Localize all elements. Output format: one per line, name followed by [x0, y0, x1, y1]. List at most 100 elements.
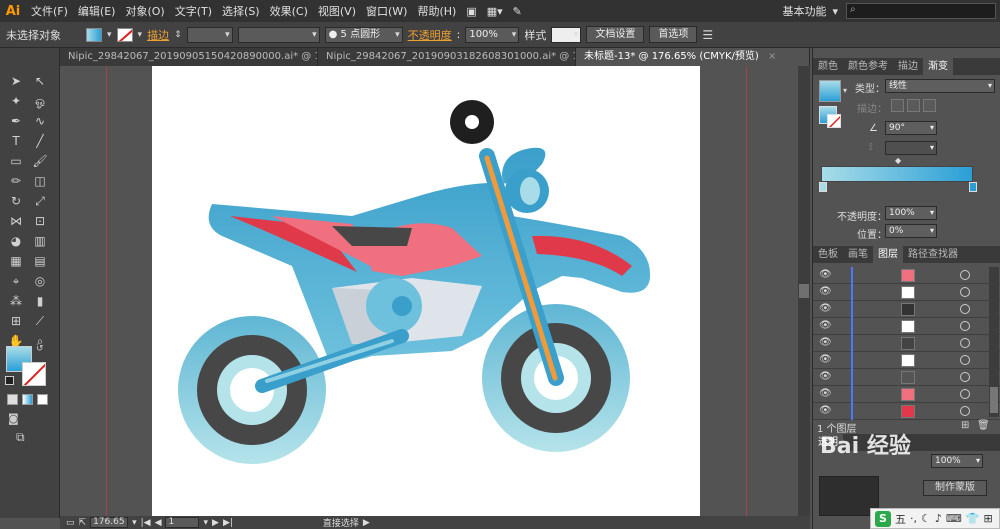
eye-icon[interactable]: 👁 [819, 337, 832, 349]
gradient-position-field[interactable]: 0% [885, 224, 937, 238]
target-icon[interactable] [960, 287, 970, 297]
delete-layer-icon[interactable]: 🗑 [977, 420, 990, 431]
eye-icon[interactable]: 👁 [819, 320, 832, 332]
artboard[interactable] [152, 66, 700, 516]
blend-tool-icon[interactable]: ◎ [30, 272, 50, 290]
gradient-preview-chevron-icon[interactable]: ▾ [843, 86, 847, 95]
preferences-button[interactable]: 首选项 [649, 26, 698, 43]
none-mode-button[interactable] [37, 394, 48, 405]
gradient-tool-icon[interactable]: ▤ [30, 252, 50, 270]
slice-tool-icon[interactable]: ⟋ [30, 312, 50, 330]
tab-brushes[interactable]: 画笔 [843, 246, 873, 263]
menu-select[interactable]: 选择(S) [217, 3, 265, 19]
default-colors-icon[interactable] [5, 376, 14, 385]
canvas[interactable] [60, 66, 798, 516]
vertical-scrollbar[interactable] [798, 66, 810, 516]
tab-layers[interactable]: 图层 [873, 246, 903, 263]
shape-builder-tool-icon[interactable]: ◕ [6, 232, 26, 250]
close-icon[interactable]: × [768, 51, 776, 62]
align-icon[interactable]: ☰ [702, 28, 713, 42]
target-icon[interactable] [960, 355, 970, 365]
rotate-tool-icon[interactable]: ↻ [6, 192, 26, 210]
punctuation-icon[interactable]: ·, [910, 512, 917, 525]
layer-row[interactable]: 👁 [813, 301, 1000, 318]
selection-tool-icon[interactable]: ➤ [6, 72, 26, 90]
layer-row[interactable]: 👁 [813, 267, 1000, 284]
layer-row[interactable]: 👁 [813, 352, 1000, 369]
menu-view[interactable]: 视图(V) [313, 3, 361, 19]
magic-wand-tool-icon[interactable]: ✦ [6, 92, 26, 110]
stroke-chevron-icon[interactable]: ▾ [138, 30, 143, 40]
menu-window[interactable]: 窗口(W) [361, 3, 412, 19]
document-setup-button[interactable]: 文档设置 [586, 26, 645, 43]
lasso-tool-icon[interactable]: ஓ [30, 92, 50, 110]
gradient-midpoint-icon[interactable]: ◆ [895, 156, 901, 165]
variable-width-dropdown[interactable] [237, 26, 320, 43]
menu-effect[interactable]: 效果(C) [265, 3, 313, 19]
first-page-icon[interactable]: |◀ [141, 518, 151, 528]
scrollbar-thumb[interactable] [799, 284, 809, 298]
zoom-field[interactable]: 176.65 [90, 517, 129, 528]
page-field[interactable]: 1 [165, 517, 200, 528]
export-icon[interactable]: ⇱ [79, 518, 87, 528]
screen-mode-icon[interactable]: ⧉ [16, 430, 25, 445]
brush-dropdown[interactable]: ● 5 点圆形 [324, 26, 403, 43]
eye-icon[interactable]: 👁 [819, 303, 832, 315]
scale-tool-icon[interactable]: ⤢ [30, 192, 50, 210]
sync-icon[interactable]: ✎ [508, 5, 527, 18]
stroke-stepper-icon[interactable]: ⇕ [174, 30, 182, 40]
layer-row[interactable]: 👁 [813, 369, 1000, 386]
gradient-slider[interactable] [821, 166, 973, 182]
keyboard-icon[interactable]: ⌨ [946, 512, 962, 525]
target-icon[interactable] [960, 338, 970, 348]
rectangle-tool-icon[interactable]: ▭ [6, 152, 26, 170]
bridge-icon[interactable]: ▣ [461, 5, 481, 18]
type-tool-icon[interactable]: T [6, 132, 26, 150]
tab-pathfinder[interactable]: 路径查找器 [903, 246, 963, 263]
target-icon[interactable] [960, 389, 970, 399]
prev-page-icon[interactable]: ◀ [155, 518, 162, 528]
direct-selection-tool-icon[interactable]: ↖ [30, 72, 50, 90]
layer-row[interactable]: 👁 [813, 386, 1000, 403]
gradient-stop-left[interactable] [819, 182, 827, 192]
sogou-logo[interactable]: S [875, 510, 891, 527]
eye-icon[interactable]: 👁 [819, 388, 832, 400]
rear-wheel[interactable] [178, 316, 326, 464]
next-page-icon[interactable]: ▶ [212, 518, 219, 528]
target-icon[interactable] [960, 304, 970, 314]
curvature-tool-icon[interactable]: ∿ [30, 112, 50, 130]
tab-doc-2[interactable]: Nipic_29842067_20190903182608301000.ai* … [318, 48, 576, 66]
mesh-tool-icon[interactable]: ▦ [6, 252, 26, 270]
paintbrush-tool-icon[interactable]: 🖌 [30, 152, 50, 170]
last-page-icon[interactable]: ▶| [223, 518, 233, 528]
doc-info-icon[interactable]: ▭ [66, 518, 75, 528]
free-transform-tool-icon[interactable]: ⊡ [30, 212, 50, 230]
layer-row[interactable]: 👁 [813, 318, 1000, 335]
perspective-grid-tool-icon[interactable]: ▥ [30, 232, 50, 250]
gradient-opacity-field[interactable]: 100% [885, 206, 937, 220]
tab-stroke[interactable]: 描边 [893, 58, 923, 75]
shirt-icon[interactable]: 👕 [966, 512, 980, 525]
tab-gradient[interactable]: 渐变 [923, 58, 953, 75]
aspect-ratio-field[interactable] [885, 141, 937, 155]
stroke-color-box[interactable] [22, 362, 46, 386]
fill-swatch[interactable] [86, 27, 102, 42]
gradient-preview[interactable] [819, 80, 841, 102]
make-mask-button[interactable]: 制作蒙版 [923, 480, 987, 496]
moon-icon[interactable]: ☾ [921, 512, 931, 525]
menu-edit[interactable]: 编辑(E) [73, 3, 121, 19]
target-icon[interactable] [960, 321, 970, 331]
style-dropdown[interactable] [551, 26, 582, 43]
eye-icon[interactable]: 👁 [819, 371, 832, 383]
menu-object[interactable]: 对象(O) [120, 3, 169, 19]
workspace-switcher[interactable]: 基本功能 [782, 3, 832, 19]
grid-icon[interactable]: ⊞ [984, 512, 993, 525]
menu-file[interactable]: 文件(F) [26, 3, 73, 19]
tab-doc-1[interactable]: Nipic_29842067_20190905150420890000.ai* … [60, 48, 318, 66]
motorcycle-illustration[interactable] [152, 66, 700, 516]
eraser-tool-icon[interactable]: ◫ [30, 172, 50, 190]
tab-doc-active[interactable]: 未标题-13* @ 176.65% (CMYK/预览) × [576, 48, 810, 66]
pencil-tool-icon[interactable]: ✏ [6, 172, 26, 190]
mirror[interactable] [450, 100, 494, 144]
ime-mode-label[interactable]: 五 [895, 511, 906, 527]
